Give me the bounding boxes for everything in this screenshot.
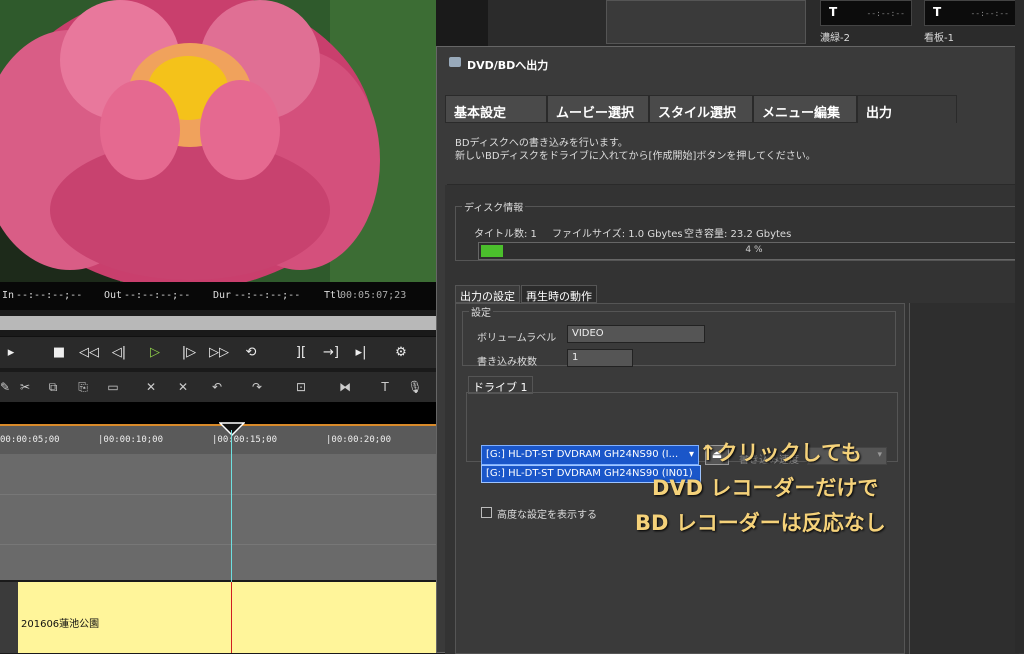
disc-icon xyxy=(449,57,461,67)
chevron-down-icon: ▾ xyxy=(688,449,694,460)
dur-label: Dur xyxy=(213,290,232,301)
title-thumb-2[interactable]: T --:--:-- xyxy=(924,0,1016,26)
out-label: Out xyxy=(104,290,123,301)
subtab-playback[interactable]: 再生時の動作 xyxy=(521,285,597,303)
disc-info-group: ディスク情報 タイトル数: 1 ファイルサイズ: 1.0 Gbytes 空き容量… xyxy=(455,199,1024,261)
volume-label: ボリュームラベル xyxy=(477,333,557,344)
side-panel xyxy=(909,303,1019,654)
annotation-line-2: DVD レコーダーだけで xyxy=(652,476,879,500)
ripple-delete-icon[interactable]: ✕ xyxy=(172,377,194,397)
out-value: --:--:--;-- xyxy=(124,290,191,301)
copy-icon[interactable]: ⧉ xyxy=(42,377,64,397)
drive-select-value: [G:] HL-DT-ST DVDRAM GH24NS90 (I... xyxy=(486,449,679,460)
tab-output[interactable]: 出力 xyxy=(857,95,957,125)
fast-forward-button[interactable]: ▷▷ xyxy=(208,343,230,363)
disc-info-legend: ディスク情報 xyxy=(464,203,524,214)
title-thumb-label: 看板-1 xyxy=(924,33,954,44)
delete-icon[interactable]: ✕ xyxy=(140,377,162,397)
ruler-tick: |00:00:10;00 xyxy=(98,435,164,445)
lotus-flower-image xyxy=(0,0,436,282)
drive-select[interactable]: [G:] HL-DT-ST DVDRAM GH24NS90 (I... ▾ xyxy=(481,445,699,465)
settings-legend: 設定 xyxy=(471,308,491,319)
output-panel: ディスク情報 タイトル数: 1 ファイルサイズ: 1.0 Gbytes 空き容量… xyxy=(445,185,1024,654)
seek-bar[interactable] xyxy=(0,316,436,330)
timeline-header xyxy=(0,402,436,424)
track-header xyxy=(0,582,18,653)
title-thumb-1[interactable]: T --:--:-- xyxy=(820,0,912,26)
settings-icon[interactable]: ⚙ xyxy=(390,343,412,363)
volume-label-input[interactable]: VIDEO xyxy=(567,325,705,343)
ruler-tick: |00:00:15;00 xyxy=(212,435,278,445)
in-value: --:--:--;-- xyxy=(16,290,83,301)
playhead-line-clip xyxy=(231,582,232,653)
dvd-bd-output-dialog: DVD/BDへ出力 基本設定 ムービー選択 スタイル選択 メニュー編集 出力 B… xyxy=(436,46,1024,654)
clip-title: 201606蓮池公園 xyxy=(21,619,100,630)
in-label: In xyxy=(2,290,15,301)
title-clip[interactable]: 201606蓮池公園 xyxy=(18,582,436,653)
title-palette: T --:--:-- 濃緑-2 T --:--:-- 看板-1 xyxy=(436,0,1024,46)
copies-label: 書き込み枚数 xyxy=(477,357,537,368)
advanced-settings-checkbox[interactable] xyxy=(481,507,492,518)
subtab-output-settings[interactable]: 出力の設定 xyxy=(455,285,520,303)
annotation-line-1: ↑クリックしても xyxy=(699,441,862,465)
advanced-settings-label: 高度な設定を表示する xyxy=(497,510,597,521)
copies-input[interactable]: 1 xyxy=(567,349,633,367)
clip-icon[interactable]: ▭ xyxy=(102,377,124,397)
instruction-line: BDディスクへの書き込みを行います。 xyxy=(455,138,628,149)
loop-button[interactable]: ⟲ xyxy=(240,343,262,363)
timeline-tracks[interactable] xyxy=(0,454,436,580)
stop-button[interactable]: ■ xyxy=(48,343,70,363)
instructions: BDディスクへの書き込みを行います。 新しいBDディスクをドライブに入れてから[… xyxy=(447,123,1024,185)
trim-icon[interactable]: ⊡ xyxy=(290,377,312,397)
title-icon[interactable]: T xyxy=(374,377,396,397)
chevron-down-icon: ▾ xyxy=(877,450,882,460)
timeline-ruler[interactable]: 00:00:05;00 |00:00:10;00 |00:00:15;00 |0… xyxy=(0,424,436,454)
ruler-tick: 00:00:05;00 xyxy=(0,435,60,445)
paste-icon[interactable]: ⎘ xyxy=(72,377,94,397)
dur-value: --:--:--;-- xyxy=(234,290,301,301)
tab-style-select[interactable]: スタイル選択 xyxy=(649,95,753,123)
step-forward-button[interactable]: |▷ xyxy=(178,343,200,363)
step-back-button[interactable]: ◁| xyxy=(108,343,130,363)
settings-group: 設定 ボリュームラベル VIDEO 書き込み枚数 1 xyxy=(462,304,896,368)
tab-basic-settings[interactable]: 基本設定 xyxy=(445,95,547,123)
dialog-titlebar: DVD/BDへ出力 xyxy=(437,47,1023,79)
free-space: 空き容量: 23.2 Gbytes xyxy=(684,229,792,240)
undo-icon[interactable]: ↶ xyxy=(206,377,228,397)
split-icon[interactable]: ▸| xyxy=(350,343,372,363)
transition-icon[interactable]: ⧓ xyxy=(334,377,356,397)
annotation-line-3: BD レコーダーは反応なし xyxy=(635,511,886,535)
play-button[interactable]: ▷ xyxy=(144,343,166,363)
scissors-icon[interactable]: ✂ xyxy=(14,377,36,397)
edit-toolbar: ✎ ✂ ⧉ ⎘ ▭ ✕ ✕ ↶ ↷ ⊡ ⧓ T 🎙 xyxy=(0,372,436,402)
playhead-marker-icon[interactable] xyxy=(219,422,245,436)
tab-movie-select[interactable]: ムービー選択 xyxy=(547,95,649,123)
scrollbar[interactable] xyxy=(1015,0,1024,653)
mark-in-icon[interactable]: ][ xyxy=(290,343,312,363)
capacity-progress: 4 % xyxy=(478,242,1024,260)
file-size: ファイルサイズ: 1.0 Gbytes xyxy=(552,229,683,240)
menu-icon[interactable]: ▸ xyxy=(0,343,22,363)
mark-out-icon[interactable]: →] xyxy=(320,343,342,363)
mic-icon[interactable]: 🎙 xyxy=(404,377,426,397)
dialog-title: DVD/BDへ出力 xyxy=(467,59,549,72)
title-count: タイトル数: 1 xyxy=(474,229,537,240)
transport-controls: ▸ ■ ◁◁ ◁| ▷ |▷ ▷▷ ⟲ ][ →] ▸| ⚙ xyxy=(0,336,436,368)
video-preview xyxy=(0,0,436,282)
rewind-button[interactable]: ◁◁ xyxy=(78,343,100,363)
title-thumb-label: 濃緑-2 xyxy=(820,33,850,44)
timecode-bar: In --:--:--;-- Out --:--:--;-- Dur --:--… xyxy=(0,282,436,310)
progress-text: 4 % xyxy=(745,245,763,255)
instruction-line: 新しいBDディスクをドライブに入れてから[作成開始]ボタンを押してください。 xyxy=(455,151,816,162)
tab-menu-edit[interactable]: メニュー編集 xyxy=(753,95,857,123)
ttl-value: 00:05:07;23 xyxy=(340,290,407,301)
redo-icon[interactable]: ↷ xyxy=(246,377,268,397)
ruler-tick: |00:00:20;00 xyxy=(326,435,392,445)
